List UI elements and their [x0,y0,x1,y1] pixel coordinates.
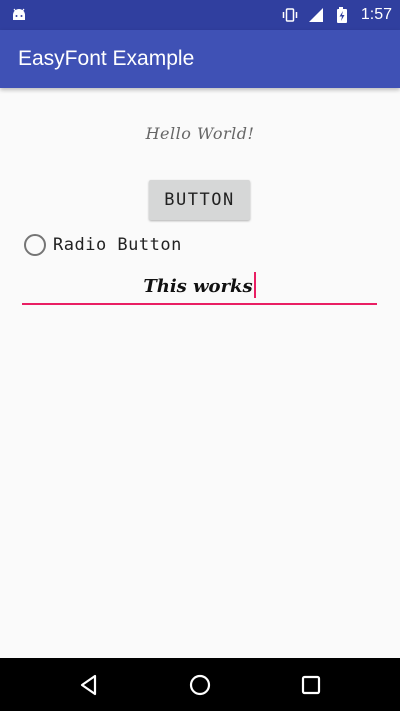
status-bar: 1:57 [0,0,400,30]
home-icon[interactable] [187,672,213,698]
battery-charging-icon [336,7,347,23]
hello-world-text: Hello World! [145,124,255,143]
text-input-value[interactable]: This works [22,272,377,298]
navigation-bar [0,658,400,711]
text-input-content[interactable]: This works [143,276,252,297]
android-icon [13,8,25,20]
screen: 1:57 EasyFont Example Hello World! BUTTO… [0,0,400,711]
app-bar: EasyFont Example [0,30,400,88]
vibrate-icon [282,8,298,22]
radio-button[interactable]: Radio Button [24,233,182,257]
radio-circle-icon[interactable] [24,234,46,256]
radio-button-label[interactable]: Radio Button [53,235,182,255]
text-input-underline [22,303,377,305]
back-icon[interactable] [76,672,102,698]
text-input[interactable]: This works [22,268,377,306]
status-icons: 1:57 [281,0,392,30]
signal-icon [308,8,323,22]
main-button[interactable]: BUTTON [149,180,250,220]
app-title: EasyFont Example [18,47,195,70]
text-cursor [253,272,256,298]
status-time: 1:57 [360,6,392,23]
recents-icon[interactable] [298,672,324,698]
